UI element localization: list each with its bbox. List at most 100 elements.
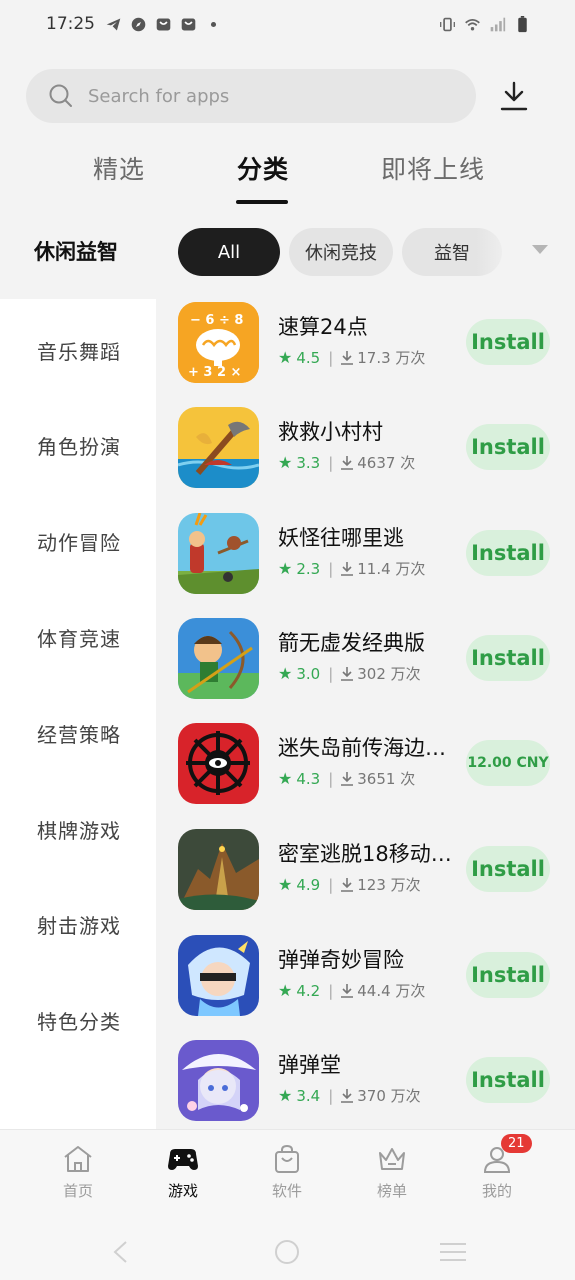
nav-home[interactable]: 首页: [38, 1144, 118, 1201]
separator: |: [328, 453, 334, 472]
app-name: 密室逃脱18移动…: [278, 842, 452, 866]
app-rating: 3.4: [296, 1086, 321, 1105]
download-count-icon: [341, 878, 354, 892]
install-button[interactable]: Install: [466, 952, 550, 998]
svg-text:+ 3 2 ×: + 3 2 ×: [188, 365, 241, 380]
monster-escape-icon: [178, 513, 259, 594]
download-icon: [500, 81, 528, 111]
app-meta: ★ 4.2 | 44.4 万次: [278, 980, 425, 1001]
app-list-item[interactable]: 救救小村村 ★ 3.3 | 4637 次 Install: [178, 407, 558, 491]
app-list-item[interactable]: 妖怪往哪里逃 ★ 2.3 | 11.4 万次 Install: [178, 513, 558, 597]
telegram-icon: [106, 18, 121, 30]
app-icon: [178, 829, 259, 910]
app-rating: 3.0: [296, 664, 321, 683]
separator: |: [328, 769, 334, 788]
gamepad-icon: [168, 1149, 198, 1170]
star-icon: ★: [278, 875, 293, 894]
app-downloads: 17.3 万次: [357, 349, 426, 367]
app-meta: ★ 4.5 | 17.3 万次: [278, 347, 425, 368]
app-meta: ★ 4.9 | 123 万次: [278, 874, 421, 895]
app-icon: − 6 ÷ 8 + 3 2 ×: [178, 302, 259, 383]
search-placeholder: Search for apps: [88, 85, 230, 107]
star-icon: ★: [278, 1086, 293, 1105]
app-rating: 4.3: [296, 769, 321, 788]
tab-upcoming[interactable]: 即将上线: [381, 150, 485, 186]
axe-camp-icon: [178, 407, 259, 488]
star-icon: ★: [278, 453, 293, 472]
nav-label: 榜单: [376, 1182, 407, 1200]
shopping-bag-icon: [156, 18, 171, 30]
app-icon: [178, 618, 259, 699]
sidebar-item-music-dance[interactable]: 音乐舞蹈: [37, 336, 121, 365]
app-name: 速算24点: [278, 315, 368, 339]
install-button[interactable]: Install: [466, 424, 550, 470]
app-list-item[interactable]: 弹弹奇妙冒险 ★ 4.2 | 44.4 万次 Install: [178, 935, 558, 1019]
download-count-icon: [341, 562, 354, 576]
crown-icon: [379, 1148, 405, 1170]
buy-button[interactable]: 12.00 CNY: [466, 740, 550, 786]
separator: |: [328, 348, 334, 367]
app-list-item[interactable]: − 6 ÷ 8 + 3 2 × 速算24点 ★ 4.5 | 17.3 万次 In…: [178, 302, 558, 386]
notification-icons: [105, 16, 222, 33]
sidebar-item-sports-racing[interactable]: 体育竞速: [37, 623, 121, 652]
nav-games[interactable]: 游戏: [143, 1144, 223, 1201]
sidebar-item-board-card[interactable]: 棋牌游戏: [37, 815, 121, 844]
sidebar-item-action-adventure[interactable]: 动作冒险: [37, 527, 121, 556]
install-button[interactable]: Install: [466, 846, 550, 892]
home-circle-icon[interactable]: [273, 1238, 301, 1266]
app-downloads: 370 万次: [357, 1087, 421, 1105]
status-time: 17:25: [46, 14, 95, 34]
anime-character-icon: [178, 935, 259, 1016]
system-nav-bar: [0, 1219, 575, 1280]
app-list-item[interactable]: 弹弹堂 ★ 3.4 | 370 万次 Install: [178, 1040, 558, 1124]
nav-label: 软件: [271, 1182, 302, 1200]
app-name: 救救小村村: [278, 420, 383, 444]
status-bar: 17:25: [0, 0, 575, 48]
bottom-nav: 首页 游戏 软件 榜单 我的 21: [0, 1129, 575, 1219]
chip-casual-competitive[interactable]: 休闲竞技: [289, 228, 393, 276]
back-icon[interactable]: [110, 1239, 132, 1265]
system-status-icons: [439, 15, 531, 33]
app-meta: ★ 3.4 | 370 万次: [278, 1085, 421, 1106]
install-button[interactable]: Install: [466, 635, 550, 681]
chip-all[interactable]: All: [178, 228, 280, 276]
search-input[interactable]: Search for apps: [26, 69, 476, 123]
dot-icon: [210, 21, 217, 27]
nav-software[interactable]: 软件: [247, 1144, 327, 1201]
install-button[interactable]: Install: [466, 530, 550, 576]
install-button[interactable]: Install: [466, 1057, 550, 1103]
download-count-icon: [341, 984, 354, 998]
app-meta: ★ 4.3 | 3651 次: [278, 768, 415, 789]
separator: |: [328, 981, 334, 1000]
download-button[interactable]: [496, 78, 532, 114]
nav-mine[interactable]: 我的 21: [457, 1134, 537, 1201]
sidebar-item-shooting[interactable]: 射击游戏: [37, 910, 121, 939]
app-list-item[interactable]: 迷失岛前传海边… ★ 4.3 | 3651 次 12.00 CNY: [178, 723, 558, 807]
app-meta: ★ 2.3 | 11.4 万次: [278, 558, 425, 579]
recents-icon[interactable]: [438, 1241, 468, 1263]
expand-chips-icon[interactable]: [532, 245, 548, 254]
tab-featured[interactable]: 精选: [93, 150, 145, 186]
vibrate-icon: [440, 17, 455, 31]
install-button[interactable]: Install: [466, 319, 550, 365]
app-list-item[interactable]: 箭无虚发经典版 ★ 3.0 | 302 万次 Install: [178, 618, 558, 702]
separator: |: [328, 875, 334, 894]
tab-categories[interactable]: 分类: [237, 150, 289, 186]
download-count-icon: [341, 1089, 354, 1103]
star-icon: ★: [278, 981, 293, 1000]
archer-icon: [178, 618, 259, 699]
sidebar-item-strategy[interactable]: 经营策略: [37, 719, 121, 748]
battery-icon: [518, 15, 527, 32]
sidebar-item-special[interactable]: 特色分类: [37, 1006, 121, 1035]
app-list-item[interactable]: 密室逃脱18移动… ★ 4.9 | 123 万次 Install: [178, 829, 558, 913]
sidebar-item-role-playing[interactable]: 角色扮演: [37, 431, 121, 460]
home-icon: [64, 1146, 92, 1172]
category-sidebar: 音乐舞蹈 角色扮演 动作冒险 体育竞速 经营策略 棋牌游戏 射击游戏 特色分类: [0, 299, 156, 1129]
app-rating: 4.2: [296, 981, 321, 1000]
compass-icon: [131, 17, 146, 31]
app-icon: [178, 1040, 259, 1121]
app-downloads: 4637 次: [357, 454, 416, 472]
tab-active-indicator: [236, 200, 288, 204]
app-name: 箭无虚发经典版: [278, 631, 425, 655]
nav-rankings[interactable]: 榜单: [352, 1144, 432, 1201]
